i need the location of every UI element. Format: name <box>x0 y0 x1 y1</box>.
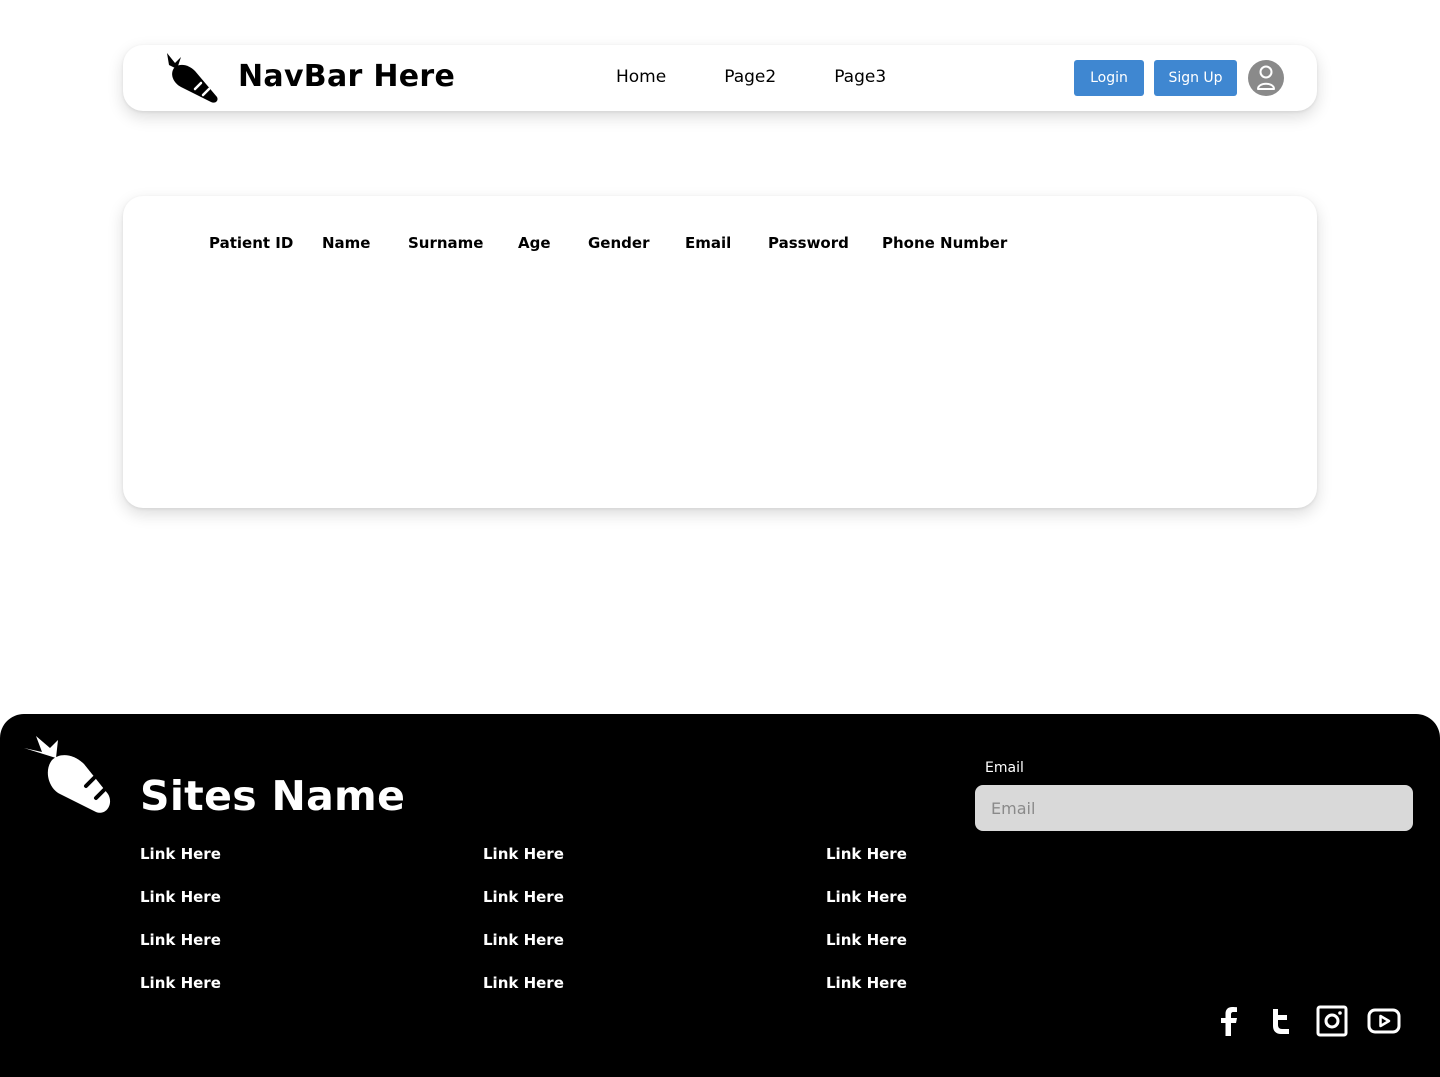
column-header-password: Password <box>768 234 849 252</box>
twitter-icon[interactable] <box>1263 1004 1297 1038</box>
signup-button[interactable]: Sign Up <box>1154 60 1237 96</box>
nav-link-page2[interactable]: Page2 <box>724 67 776 87</box>
footer-link[interactable]: Link Here <box>140 974 221 992</box>
carrot-icon[interactable] <box>155 51 221 105</box>
column-header-phone-number: Phone Number <box>882 234 1008 252</box>
user-icon <box>1257 65 1275 90</box>
column-header-age: Age <box>518 234 551 252</box>
footer-link[interactable]: Link Here <box>826 974 907 992</box>
youtube-icon[interactable] <box>1367 1004 1401 1038</box>
footer-link[interactable]: Link Here <box>483 931 564 949</box>
footer-link[interactable]: Link Here <box>140 931 221 949</box>
column-header-gender: Gender <box>588 234 650 252</box>
footer-link[interactable]: Link Here <box>826 888 907 906</box>
newsletter-email-input[interactable] <box>975 785 1413 831</box>
footer-link[interactable]: Link Here <box>140 888 221 906</box>
column-header-surname: Surname <box>408 234 484 252</box>
footer-link[interactable]: Link Here <box>483 845 564 863</box>
site-name: Sites Name <box>140 772 406 820</box>
footer: Sites Name Link Here Link Here Link Here… <box>0 714 1440 1077</box>
avatar[interactable] <box>1248 60 1284 96</box>
column-header-patient-id: Patient ID <box>209 234 294 252</box>
footer-link[interactable]: Link Here <box>826 931 907 949</box>
navbar-title: NavBar Here <box>238 59 456 94</box>
login-button[interactable]: Login <box>1074 60 1144 96</box>
footer-link[interactable]: Link Here <box>826 845 907 863</box>
column-header-email: Email <box>685 234 732 252</box>
instagram-icon[interactable] <box>1315 1004 1349 1038</box>
patients-table-card: Patient ID Name Surname Age Gender Email… <box>123 196 1317 508</box>
column-header-name: Name <box>322 234 371 252</box>
email-label: Email <box>985 760 1024 776</box>
footer-link[interactable]: Link Here <box>140 845 221 863</box>
footer-link[interactable]: Link Here <box>483 888 564 906</box>
facebook-icon[interactable] <box>1211 1004 1245 1038</box>
nav-link-home[interactable]: Home <box>616 67 666 87</box>
footer-link[interactable]: Link Here <box>483 974 564 992</box>
carrot-icon[interactable] <box>22 732 114 818</box>
nav-link-page3[interactable]: Page3 <box>834 67 886 87</box>
navbar: NavBar Here Home Page2 Page3 Login Sign … <box>123 45 1317 111</box>
nav-links: Home Page2 Page3 <box>616 67 886 87</box>
